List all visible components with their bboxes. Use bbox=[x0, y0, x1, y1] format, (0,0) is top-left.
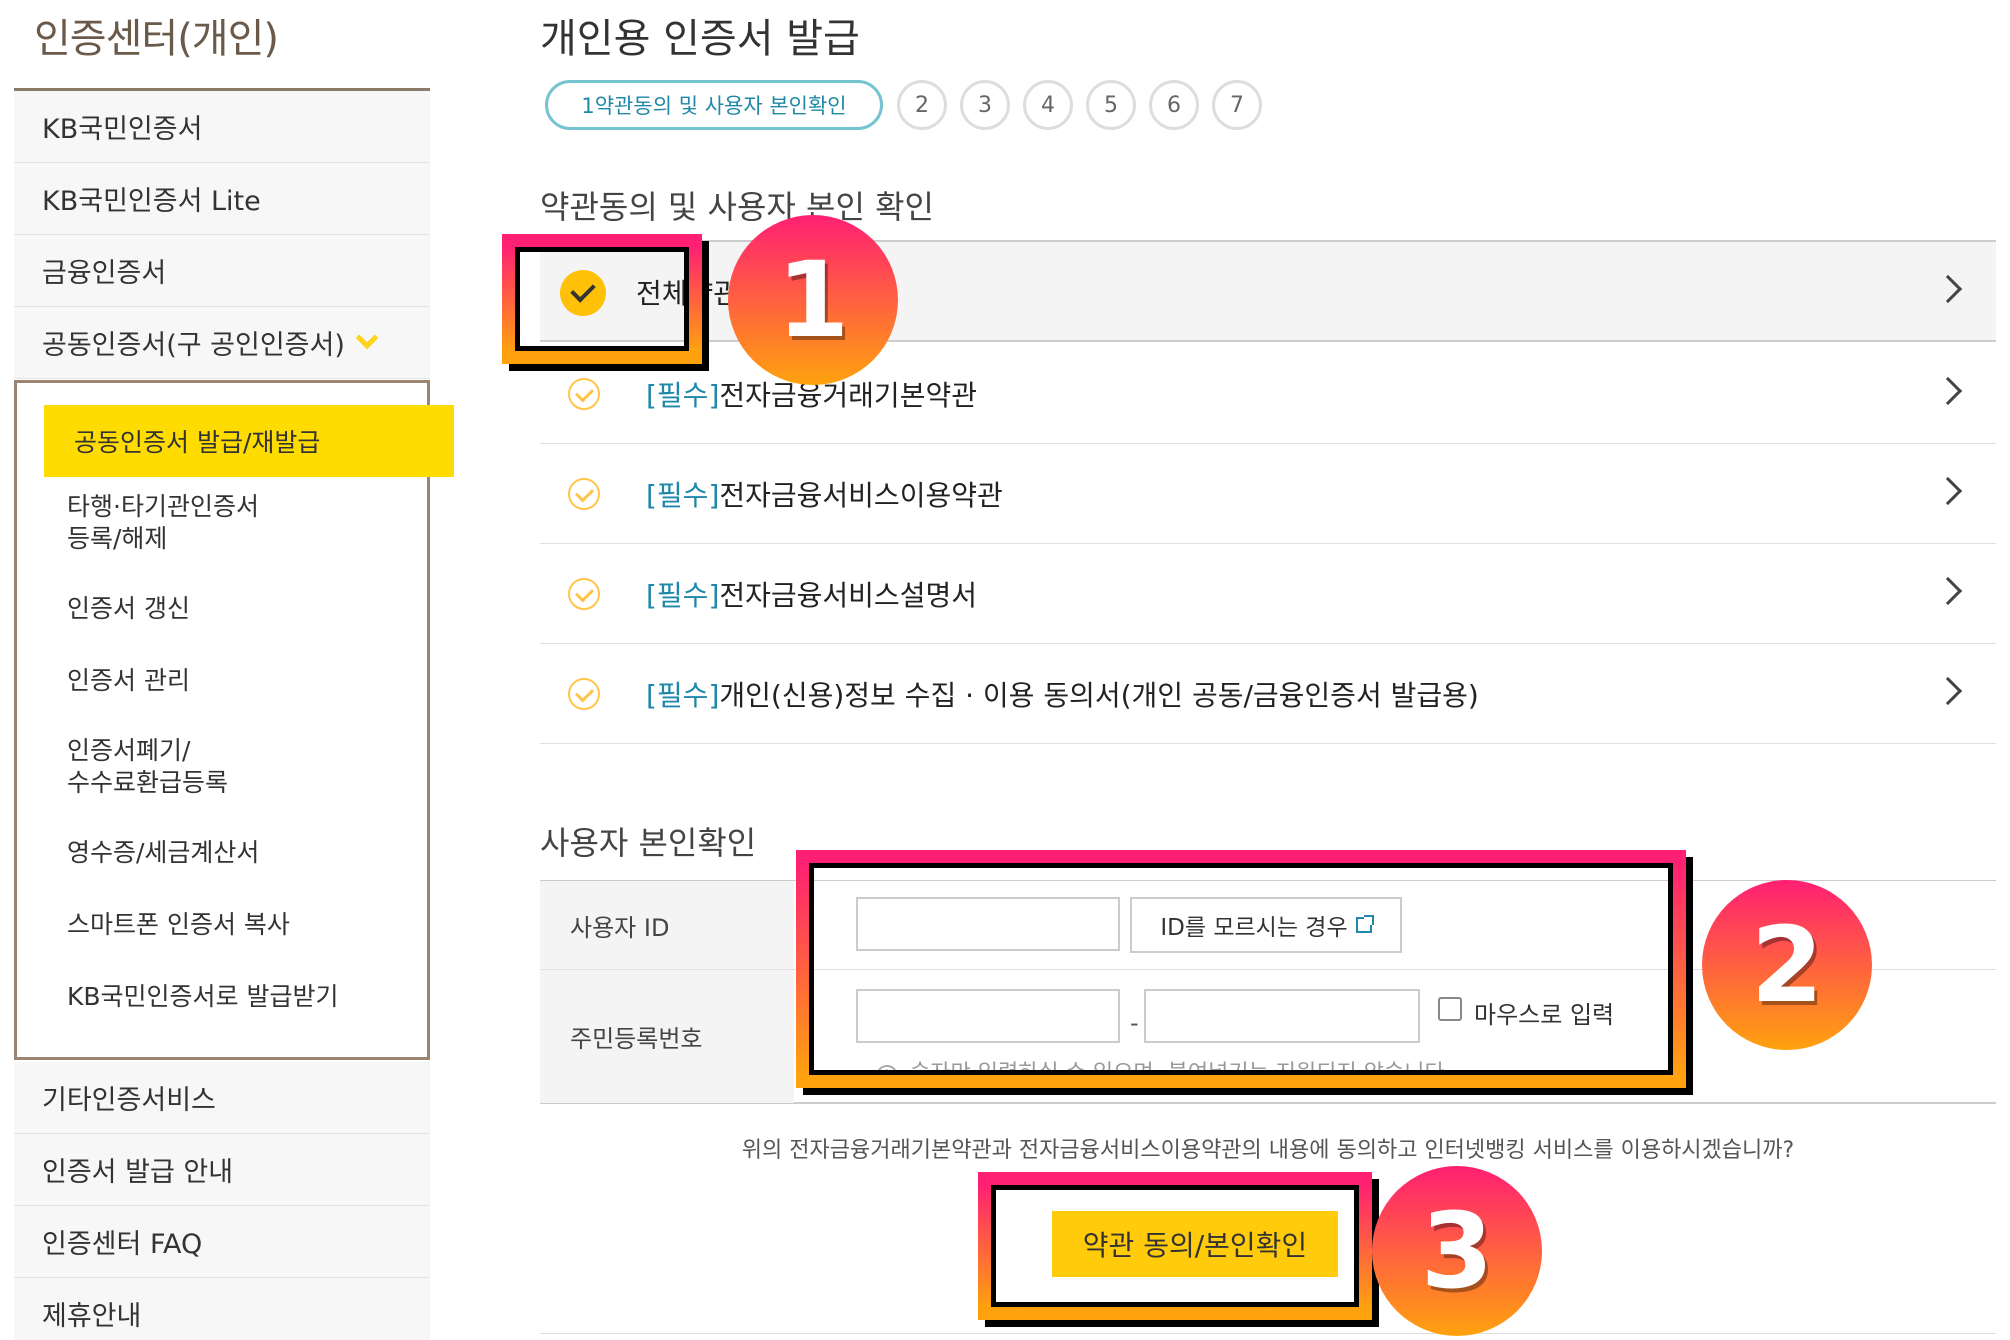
sidebar-item-issue-guide[interactable]: 인증서 발급 안내 bbox=[14, 1134, 430, 1206]
identity-section-title: 사용자 본인확인 bbox=[540, 824, 757, 862]
check-circle-icon[interactable] bbox=[568, 678, 600, 710]
rrn-label: 주민등록번호 bbox=[540, 970, 794, 1103]
sidebar-item-partnership[interactable]: 제휴안내 bbox=[14, 1278, 430, 1340]
user-id-label: 사용자 ID bbox=[540, 881, 794, 969]
term-label: [필수]개인(신용)정보 수집 · 이용 동의서(개인 공동/금융인증서 발급용… bbox=[646, 674, 1479, 714]
sidebar-item-joint-cert[interactable]: 공동인증서(구 공인인증서) bbox=[14, 307, 430, 379]
step-number: 3 bbox=[960, 80, 1010, 130]
highlight-box-2 bbox=[796, 850, 1686, 1088]
submenu-item-cert-manage[interactable]: 인증서 관리 bbox=[67, 665, 190, 697]
term-title: 전자금융서비스이용약관 bbox=[719, 479, 1003, 512]
term-label: [필수]전자금융서비스이용약관 bbox=[646, 474, 1003, 514]
step-number: 2 bbox=[897, 80, 947, 130]
step-badge-2: 2 bbox=[1702, 880, 1872, 1050]
sidebar-item-kb-cert[interactable]: KB국민인증서 bbox=[14, 91, 430, 163]
check-circle-icon[interactable] bbox=[568, 478, 600, 510]
sidebar-item-label: 인증서 발급 안내 bbox=[42, 1157, 234, 1188]
step-number: 6 bbox=[1149, 80, 1199, 130]
chevron-right-icon bbox=[1933, 576, 1963, 606]
required-tag: [필수] bbox=[646, 679, 720, 712]
sidebar-item-label: 제휴안내 bbox=[42, 1301, 142, 1332]
required-tag: [필수] bbox=[646, 579, 720, 612]
sidebar-item-kb-cert-lite[interactable]: KB국민인증서 Lite bbox=[14, 163, 430, 235]
term-label: [필수]전자금융서비스설명서 bbox=[646, 574, 977, 614]
term-title: 개인(신용)정보 수집 · 이용 동의서(개인 공동/금융인증서 발급용) bbox=[719, 679, 1479, 712]
term-row[interactable]: [필수]전자금융서비스이용약관 bbox=[540, 444, 1996, 544]
page-title: 개인용 인증서 발급 bbox=[540, 16, 860, 62]
chevron-right-icon bbox=[1933, 476, 1963, 506]
bottom-divider bbox=[540, 1333, 1996, 1334]
submenu-item-issue-reissue[interactable]: 공동인증서 발급/재발급 bbox=[44, 405, 454, 477]
sidebar-item-label: KB국민인증서 bbox=[42, 114, 203, 145]
sidebar-item-label: 금융인증서 bbox=[42, 258, 167, 289]
step-number: 7 bbox=[1212, 80, 1262, 130]
chevron-right-icon bbox=[1933, 376, 1963, 406]
agree-question: 위의 전자금융거래기본약관과 전자금융서비스이용약관의 내용에 동의하고 인터넷… bbox=[741, 1138, 1795, 1163]
sidebar-submenu: 공동인증서 발급/재발급 타행·타기관인증서 등록/해제 인증서 갱신 인증서 … bbox=[14, 380, 454, 1060]
step-number: 4 bbox=[1023, 80, 1073, 130]
sidebar-item-label: 기타인증서비스 bbox=[42, 1085, 216, 1116]
check-circle-icon[interactable] bbox=[568, 378, 600, 410]
submenu-item-receipt[interactable]: 영수증/세금계산서 bbox=[67, 837, 259, 869]
sidebar-item-faq[interactable]: 인증센터 FAQ bbox=[14, 1206, 430, 1278]
submenu-item-smartphone-copy[interactable]: 스마트폰 인증서 복사 bbox=[67, 909, 290, 941]
submenu-item-label: 공동인증서 발급/재발급 bbox=[74, 428, 321, 457]
step-badge-1: 1 bbox=[728, 215, 898, 385]
submenu-item-other-bank-cert[interactable]: 타행·타기관인증서 등록/해제 bbox=[67, 491, 259, 555]
sidebar-item-label: KB국민인증서 Lite bbox=[42, 186, 261, 217]
term-row[interactable]: [필수]전자금융서비스설명서 bbox=[540, 544, 1996, 644]
submenu-item-cert-renew[interactable]: 인증서 갱신 bbox=[67, 593, 190, 625]
submenu-item-issue-with-kb[interactable]: KB국민인증서로 발급받기 bbox=[67, 981, 339, 1013]
chevron-down-icon bbox=[355, 326, 379, 349]
submenu-item-cert-revoke[interactable]: 인증서폐기/ 수수료환급등록 bbox=[67, 735, 228, 799]
term-row[interactable]: [필수]개인(신용)정보 수집 · 이용 동의서(개인 공동/금융인증서 발급용… bbox=[540, 644, 1996, 744]
sidebar-title: 인증센터(개인) bbox=[34, 16, 279, 62]
chevron-right-icon bbox=[1933, 676, 1963, 706]
terms-section-title: 약관동의 및 사용자 본인 확인 bbox=[540, 188, 934, 226]
check-circle-icon[interactable] bbox=[568, 578, 600, 610]
step-current: 1약관동의 및 사용자 본인확인 bbox=[545, 80, 883, 130]
term-title: 전자금융서비스설명서 bbox=[719, 579, 977, 612]
term-title: 전자금융거래기본약관 bbox=[719, 379, 977, 412]
required-tag: [필수] bbox=[646, 479, 720, 512]
sidebar-item-label: 인증센터 FAQ bbox=[42, 1229, 203, 1260]
chevron-right-icon bbox=[1933, 274, 1963, 304]
sidebar-item-label: 공동인증서(구 공인인증서) bbox=[42, 330, 345, 361]
highlight-box-3 bbox=[978, 1172, 1372, 1320]
sidebar-item-financial-cert[interactable]: 금융인증서 bbox=[14, 235, 430, 307]
sidebar-item-other-services[interactable]: 기타인증서비스 bbox=[14, 1062, 430, 1134]
required-tag: [필수] bbox=[646, 379, 720, 412]
step-number: 5 bbox=[1086, 80, 1136, 130]
highlight-box-1 bbox=[502, 234, 702, 364]
step-badge-3: 3 bbox=[1372, 1166, 1542, 1336]
